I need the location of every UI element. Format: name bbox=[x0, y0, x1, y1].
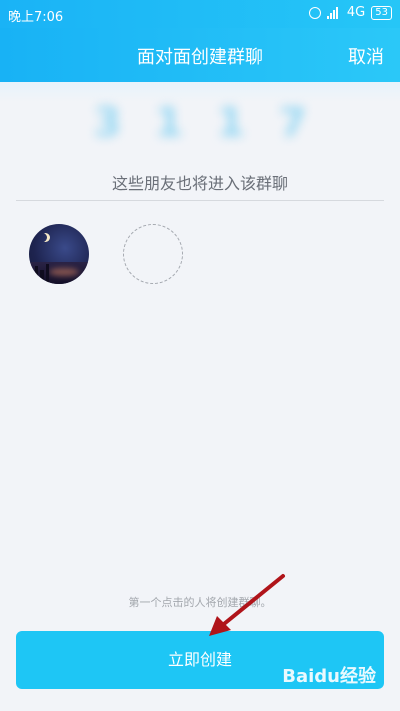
page-title: 面对面创建群聊 bbox=[137, 47, 263, 68]
network-label: 4G bbox=[346, 5, 366, 20]
moon-icon bbox=[38, 233, 47, 242]
empty-member-slot bbox=[123, 224, 183, 284]
building bbox=[40, 270, 44, 284]
room-code: 3117 bbox=[93, 100, 341, 146]
battery-icon: 53 bbox=[371, 5, 392, 20]
cancel-button[interactable]: 取消 bbox=[348, 43, 384, 69]
signal-icon bbox=[326, 6, 341, 19]
members-hint: 这些朋友也将进入该群聊 bbox=[111, 174, 288, 193]
footer-note: 第一个点击的人将创建群聊。 bbox=[128, 596, 272, 609]
arrow-icon bbox=[209, 574, 285, 636]
avatar bbox=[29, 224, 89, 284]
building bbox=[46, 264, 49, 284]
header-fade bbox=[0, 82, 400, 102]
divider bbox=[16, 200, 384, 201]
building bbox=[35, 266, 38, 284]
header: 面对面创建群聊 取消 bbox=[0, 28, 400, 82]
watermark-logo: Baidu经验 bbox=[282, 666, 376, 687]
status-icons: 4G 53 bbox=[308, 5, 392, 20]
avatar-glow bbox=[49, 268, 79, 276]
alarm-icon bbox=[308, 6, 321, 19]
status-time: 晚上7:06 bbox=[8, 10, 64, 25]
status-bar: 晚上7:06 4G 53 bbox=[0, 0, 400, 28]
